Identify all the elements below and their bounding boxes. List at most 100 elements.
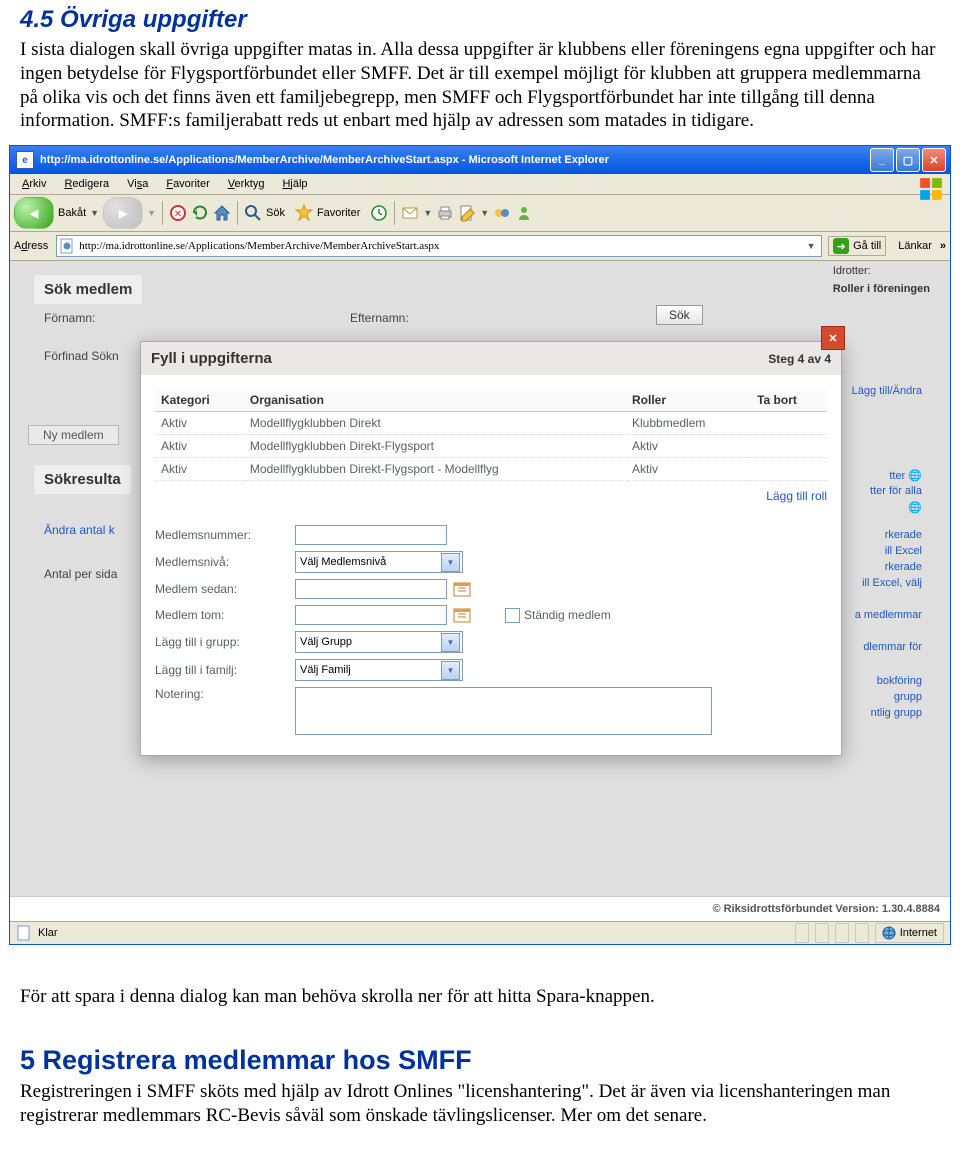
links-expand-icon[interactable]: » [940,240,946,252]
paragraph-5: Registreringen i SMFF sköts med hjälp av… [20,1080,940,1128]
cell-org: Modellflygklubben Direkt-Flygsport [244,435,626,458]
bg-frag-4: ill Excel [885,545,922,557]
refresh-icon[interactable] [191,204,209,222]
bg-antalpersida-label: Antal per sida [34,561,127,587]
select-grupp[interactable]: Välj Grupp ▼ [295,631,463,653]
forward-dropdown-icon[interactable]: ▼ [147,208,156,218]
cell-kat: Aktiv [155,435,244,458]
select-medlemsniva-value: Välj Medlemsnivå [300,556,386,568]
minimize-button[interactable]: _ [870,148,894,172]
roles-table: Kategori Organisation Roller Ta bort Akt… [155,389,827,481]
calendar-icon[interactable] [453,580,471,598]
internet-zone-icon [882,926,896,940]
bg-idrotter-label: Idrotter: [833,265,930,277]
textarea-notering[interactable] [295,687,712,735]
menu-arkiv[interactable]: AArkivrkiv [14,176,54,192]
status-zone-text: Internet [900,927,937,939]
status-pane-2 [815,923,829,943]
bg-frag-5: rkerade [885,561,922,573]
links-label[interactable]: Länkar [892,240,934,252]
ie-window: e http://ma.idrottonline.se/Applications… [9,145,951,945]
address-dropdown-icon[interactable]: ▼ [803,241,819,251]
messenger-icon[interactable] [515,204,533,222]
edit-icon[interactable] [458,204,476,222]
paragraph-after-screenshot: För att spara i denna dialog kan man beh… [20,985,940,1009]
col-tabort: Ta bort [751,389,827,412]
table-row: Aktiv Modellflygklubben Direkt-Flygsport… [155,435,827,458]
input-medlem-sedan[interactable] [295,579,447,599]
maximize-button[interactable]: ▢ [896,148,920,172]
bg-search-heading: Sök medlem [34,275,142,304]
menu-hjalp[interactable]: Hjälp [274,176,315,192]
bg-laggtillandra-link[interactable]: Lägg till/Ändra [852,385,922,397]
bg-globe-icon: 🌐 [908,501,922,514]
close-window-button[interactable]: ✕ [922,148,946,172]
select-familj[interactable]: Välj Familj ▼ [295,659,463,681]
bg-frag-3: rkerade [885,529,922,541]
bg-nymedlem-tab[interactable]: Ny medlem [28,425,119,445]
status-left-text: Klar [38,927,58,939]
lbl-lagg-till-familj: Lägg till i familj: [155,663,295,677]
search-icon[interactable] [244,204,262,222]
history-icon[interactable] [370,204,388,222]
cell-org: Modellflygklubben Direkt [244,412,626,435]
cell-tabort [751,458,827,481]
table-row: Aktiv Modellflygklubben Direkt Klubbmedl… [155,412,827,435]
modal-form: Medlemsnummer: Medlemsnivå: Välj Medlems… [155,525,827,735]
menu-visa[interactable]: Visa [119,176,156,192]
calendar-icon[interactable] [453,606,471,624]
ie-toolbar: ◀ Bakåt ▼ ▶ ▼ ✕ Sök Favoriter ▼ [10,195,950,232]
mail-dropdown-icon[interactable]: ▼ [423,208,432,218]
address-input[interactable] [77,239,803,253]
lbl-notering: Notering: [155,687,295,701]
edit-dropdown-icon[interactable]: ▼ [480,208,489,218]
cell-org: Modellflygklubben Direkt-Flygsport - Mod… [244,458,626,481]
col-kategori: Kategori [155,389,244,412]
cell-tabort [751,435,827,458]
menu-verktyg[interactable]: Verktyg [220,176,273,192]
favorites-icon[interactable] [295,204,313,222]
bg-frag-7: a medlemmar [855,609,922,621]
stop-icon[interactable]: ✕ [169,204,187,222]
home-icon[interactable] [213,204,231,222]
bg-sok-button[interactable]: Sök [656,305,703,325]
lbl-medlem-sedan: Medlem sedan: [155,582,295,596]
heading-5: 5 Registrera medlemmar hos SMFF [20,1045,940,1076]
select-medlemsniva[interactable]: Välj Medlemsnivå ▼ [295,551,463,573]
lagg-till-roll-link[interactable]: Lägg till roll [766,489,827,503]
bg-forfinad-label: Förfinad Sökn [34,343,129,369]
lbl-standig-medlem: Ständig medlem [524,608,611,622]
chevron-down-icon: ▼ [441,661,460,680]
bg-efternamn-label: Efternamn: [340,305,419,331]
menu-redigera[interactable]: Redigera [56,176,117,192]
menu-favoriter[interactable]: Favoriter [158,176,217,192]
cell-kat: Aktiv [155,458,244,481]
col-roller: Roller [626,389,751,412]
svg-text:✕: ✕ [174,209,182,220]
input-medlemsnummer[interactable] [295,525,447,545]
bg-fornamn-label: Förnamn: [34,305,105,331]
go-button[interactable]: ➜ Gå till [828,236,886,256]
back-label: Bakåt [58,207,86,219]
lbl-medlemsniva: Medlemsnivå: [155,555,295,569]
ie-page-icon: e [16,151,34,169]
back-dropdown-icon[interactable]: ▼ [90,208,99,218]
mail-icon[interactable] [401,204,419,222]
cell-tabort [751,412,827,435]
bg-frag-1: tter 🌐 [889,469,922,482]
bg-andraantal-link[interactable]: Ändra antal k [34,517,125,543]
forward-button[interactable]: ▶ [103,197,143,229]
input-medlem-tom[interactable] [295,605,447,625]
checkbox-standig-medlem[interactable] [505,608,520,623]
cell-roll: Aktiv [626,435,751,458]
modal-close-button[interactable]: ✕ [821,326,845,350]
bg-frag-8: dlemmar för [863,641,922,653]
print-icon[interactable] [436,204,454,222]
address-input-wrap[interactable]: ▼ [56,235,822,257]
back-button[interactable]: ◀ [14,197,54,229]
bg-frag-9: bokföring [877,675,922,687]
discuss-icon[interactable] [493,204,511,222]
cell-kat: Aktiv [155,412,244,435]
lbl-lagg-till-grupp: Lägg till i grupp: [155,635,295,649]
bg-frag-11: ntlig grupp [871,707,922,719]
